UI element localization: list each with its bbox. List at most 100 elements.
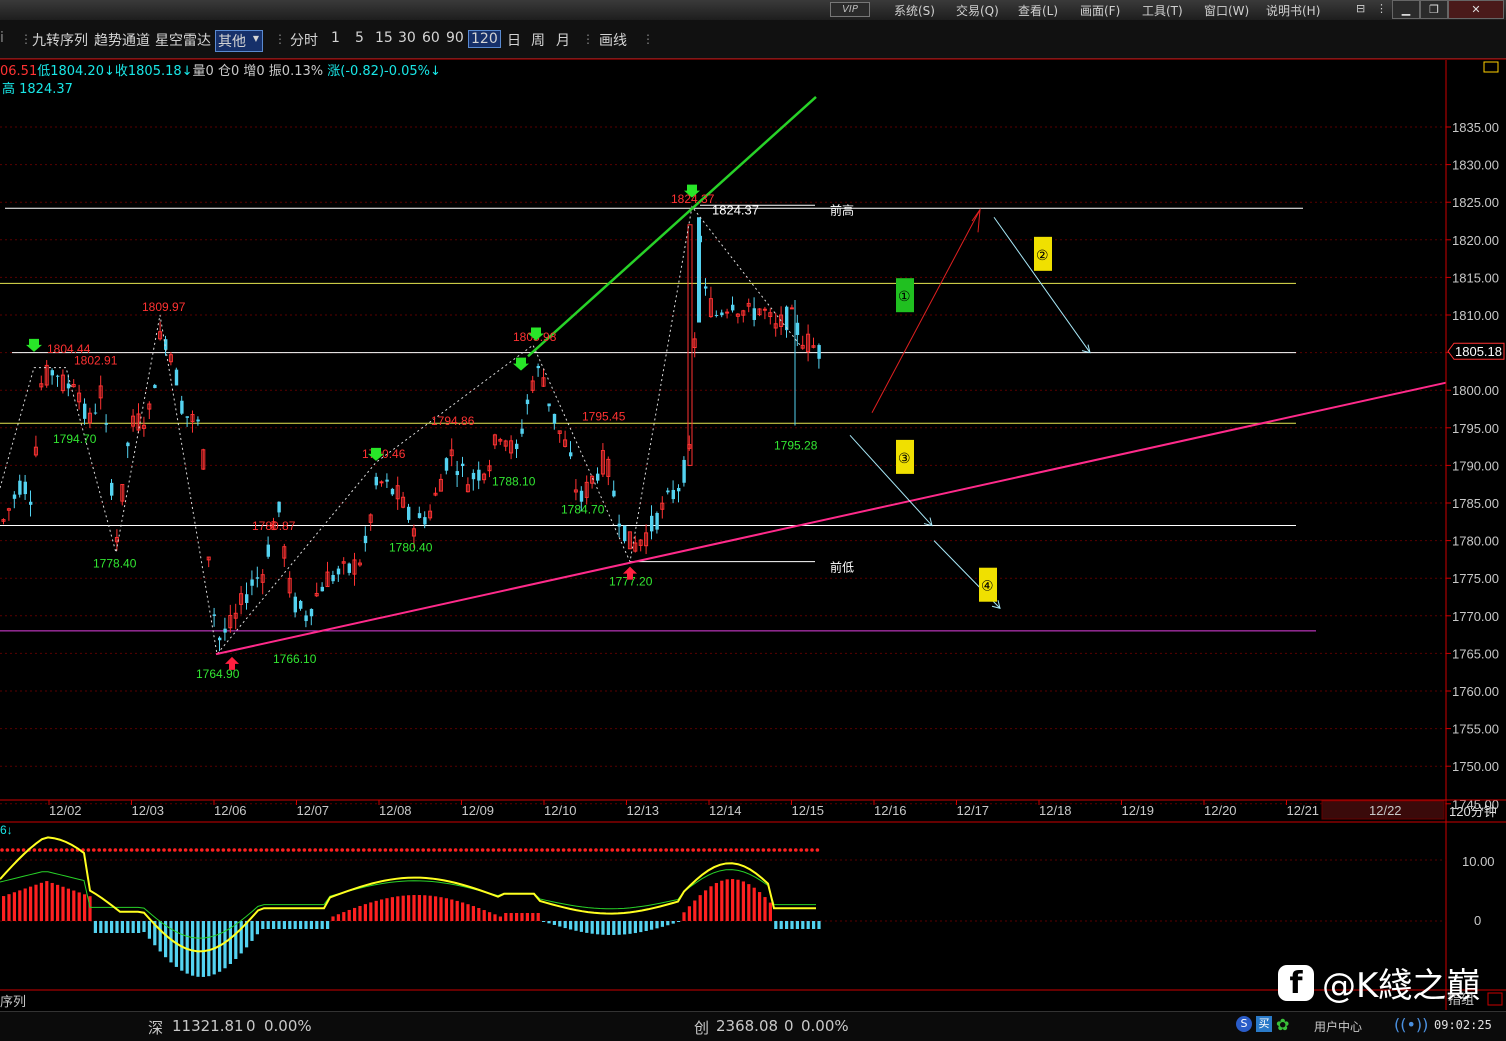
date-label: 12/08 bbox=[379, 803, 412, 818]
macd-dot bbox=[648, 848, 652, 852]
macd-dot bbox=[686, 848, 690, 852]
macd-dot bbox=[302, 848, 307, 852]
macd-dot bbox=[453, 848, 458, 852]
macd-dot bbox=[16, 848, 21, 852]
bottom-tab-sequence[interactable]: 序列 bbox=[0, 991, 26, 1010]
candle-body-down bbox=[223, 628, 227, 633]
macd-dot bbox=[669, 848, 674, 852]
candle-body-down bbox=[320, 586, 324, 592]
price-tick-label: 1755.00 bbox=[1452, 722, 1499, 737]
price-tick-label: 1760.00 bbox=[1452, 684, 1499, 699]
candle-body-down bbox=[266, 544, 270, 557]
macd-histogram-bar bbox=[342, 912, 346, 921]
macd-histogram-bar bbox=[579, 921, 583, 932]
green-price-label: 1795.28 bbox=[774, 439, 818, 453]
macd-dot bbox=[70, 848, 74, 852]
macd-histogram-bar bbox=[477, 908, 481, 921]
candle-body-down bbox=[309, 608, 314, 617]
macd-histogram-bar bbox=[2, 896, 6, 921]
macd-histogram-bar bbox=[56, 884, 60, 921]
macd-dot bbox=[378, 848, 382, 852]
macd-histogram-bar bbox=[309, 921, 313, 929]
macd-histogram-bar bbox=[515, 913, 519, 921]
candle-body-down bbox=[617, 523, 621, 527]
date-label: 12/17 bbox=[957, 803, 990, 818]
s-icon[interactable]: S bbox=[1236, 1016, 1252, 1032]
macd-histogram-bar bbox=[39, 882, 43, 921]
date-label: 12/09 bbox=[462, 803, 495, 818]
candle-body-down bbox=[455, 471, 459, 476]
macd-dot bbox=[340, 848, 345, 852]
current-price-label: 1805.18 bbox=[1455, 344, 1502, 359]
price-axis: 1835.00 1830.00 1825.00 1820.00 1815.00 1810.… bbox=[0, 58, 1506, 1010]
price-chart[interactable]: 1804.441802.911809.971780.871790.461794.… bbox=[0, 0, 1506, 1011]
candle-body-down bbox=[50, 370, 54, 376]
macd-histogram-bar bbox=[45, 881, 49, 921]
price-tick-label: 1800.00 bbox=[1452, 383, 1499, 398]
macd-dot bbox=[464, 848, 469, 852]
candle-body-down bbox=[612, 490, 616, 497]
macd-histogram-bar bbox=[88, 896, 92, 921]
macd-dot bbox=[394, 848, 399, 852]
macd-dot bbox=[470, 848, 474, 852]
price-tick-label: 1770.00 bbox=[1452, 609, 1499, 624]
red-price-label: 1802.91 bbox=[74, 353, 118, 367]
macd-histogram-bar bbox=[779, 921, 783, 929]
date-label: 12/22 bbox=[1369, 803, 1402, 818]
candle-body-down bbox=[423, 517, 427, 525]
macd-histogram-bar bbox=[407, 895, 411, 921]
sz-index-pct: 0.00% bbox=[264, 1017, 312, 1035]
price-tick-label: 1765.00 bbox=[1452, 646, 1499, 661]
macd-dot bbox=[777, 848, 782, 852]
candle-body-down bbox=[536, 366, 540, 369]
macd-dif-line bbox=[0, 836, 816, 953]
macd-dot bbox=[324, 848, 328, 852]
macd-histogram-bar bbox=[18, 890, 22, 921]
user-center-link[interactable]: 用户中心 bbox=[1314, 1018, 1362, 1035]
macd-histogram-bar bbox=[531, 913, 535, 921]
refresh-icon[interactable]: ✿ bbox=[1276, 1015, 1289, 1034]
macd-dot bbox=[399, 848, 404, 852]
macd-dot bbox=[448, 848, 453, 852]
macd-histogram-bar bbox=[115, 921, 119, 933]
macd-histogram-bar bbox=[693, 900, 697, 921]
macd-dot bbox=[43, 848, 47, 852]
candle-body-down bbox=[596, 473, 600, 481]
watermark: f @K綫之巔 bbox=[1278, 958, 1480, 1007]
date-label: 12/21 bbox=[1287, 803, 1320, 818]
macd-histogram-bar bbox=[704, 890, 708, 921]
macd-dot bbox=[459, 848, 463, 852]
macd-histogram-bar bbox=[428, 895, 432, 921]
green-price-label: 1784.70 bbox=[561, 502, 605, 516]
macd-dot bbox=[32, 848, 37, 852]
date-label: 12/19 bbox=[1122, 803, 1155, 818]
macd-histogram-bar bbox=[142, 921, 146, 933]
macd-histogram-bar bbox=[677, 921, 681, 922]
candle-body-down bbox=[23, 481, 27, 495]
macd-dot bbox=[556, 848, 560, 852]
macd-histogram-bar bbox=[61, 886, 65, 921]
date-label: 12/07 bbox=[297, 803, 330, 818]
buy-signal-arrow bbox=[26, 338, 42, 352]
macd-dot bbox=[372, 848, 377, 852]
candle-body-up bbox=[687, 224, 693, 466]
candle-body-down bbox=[682, 459, 686, 483]
macd-histogram-bar bbox=[126, 921, 130, 933]
macd-histogram-bar bbox=[660, 921, 664, 927]
candle-body-down bbox=[185, 416, 189, 418]
candle-body-down bbox=[407, 506, 411, 520]
macd-dot bbox=[102, 848, 107, 852]
macd-dot bbox=[146, 848, 150, 852]
macd-dot bbox=[718, 848, 722, 852]
candle-body-down bbox=[666, 490, 670, 493]
candle-body-down bbox=[374, 476, 378, 486]
candle-body-down bbox=[174, 369, 179, 386]
macd-histogram-bar bbox=[423, 895, 427, 921]
price-tick-label: 1835.00 bbox=[1452, 120, 1499, 135]
macd-histogram-bar bbox=[450, 899, 454, 921]
buy-icon[interactable]: 买 bbox=[1256, 1016, 1272, 1032]
macd-histogram-bar bbox=[569, 921, 573, 930]
macd-histogram-bar bbox=[558, 921, 562, 927]
prev-low-label: 前低 bbox=[830, 560, 854, 575]
step-marker-label: ④ bbox=[981, 578, 994, 594]
